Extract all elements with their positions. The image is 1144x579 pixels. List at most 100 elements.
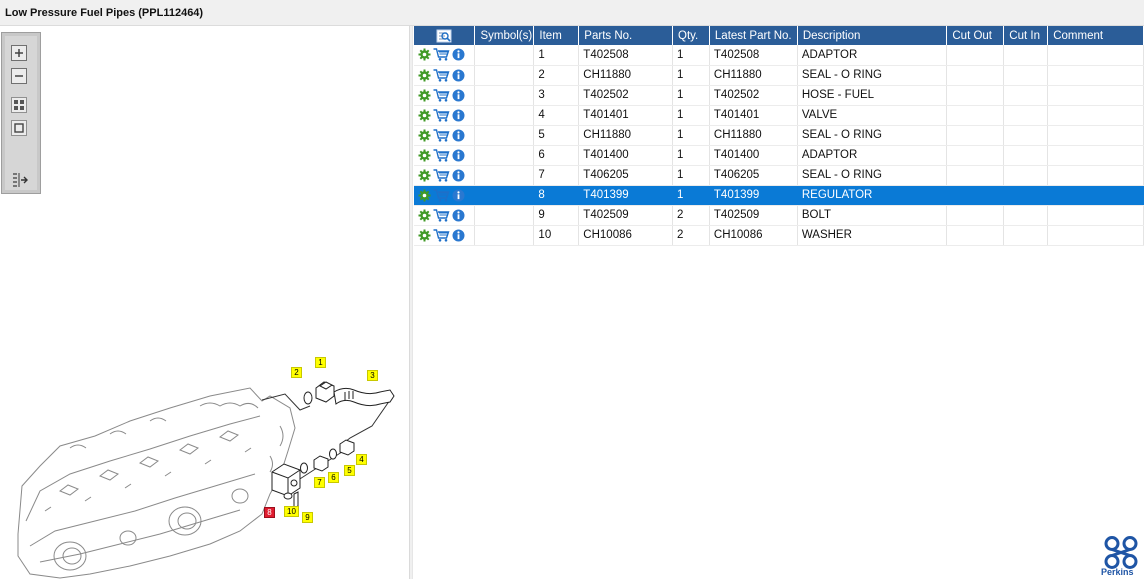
info-icon[interactable]: [452, 189, 465, 202]
parts-table: Symbol(s) Item Parts No. Qty. Latest Par…: [414, 26, 1144, 246]
table-row[interactable]: 6 T401400 1 T401400 ADAPTOR: [414, 145, 1144, 166]
cell-item: 5: [533, 125, 580, 146]
cell-parts-no: T401400: [578, 145, 673, 166]
table-row[interactable]: 2 CH11880 1 CH11880 SEAL - O RING: [414, 65, 1144, 86]
gear-icon[interactable]: [418, 149, 431, 162]
gear-icon[interactable]: [418, 89, 431, 102]
callout-2[interactable]: 2: [291, 367, 302, 378]
table-row[interactable]: 10 CH10086 2 CH10086 WASHER: [414, 225, 1144, 246]
cart-icon[interactable]: [433, 108, 450, 122]
cell-qty: 1: [672, 185, 710, 206]
info-icon[interactable]: [452, 149, 465, 162]
callout-7[interactable]: 7: [314, 477, 325, 488]
info-icon[interactable]: [452, 229, 465, 242]
cell-comment: [1047, 65, 1144, 86]
zoom-in-icon[interactable]: [11, 45, 27, 61]
gear-icon[interactable]: [418, 69, 431, 82]
row-actions: [414, 65, 476, 86]
table-row[interactable]: 5 CH11880 1 CH11880 SEAL - O RING: [414, 125, 1144, 146]
info-icon[interactable]: [452, 89, 465, 102]
cart-icon[interactable]: [433, 208, 450, 222]
column-header-latest-part-no[interactable]: Latest Part No.: [709, 26, 798, 45]
cell-symbols: [474, 145, 535, 166]
callout-6[interactable]: 6: [328, 472, 339, 483]
info-icon[interactable]: [452, 69, 465, 82]
cell-item: 10: [533, 225, 580, 246]
cell-cut-out: [946, 65, 1005, 86]
cart-icon[interactable]: [433, 48, 450, 61]
gear-icon[interactable]: [418, 189, 431, 202]
callout-3[interactable]: 3: [367, 370, 378, 381]
cart-icon[interactable]: [433, 128, 450, 142]
cell-cut-out: [946, 185, 1005, 206]
gear-icon[interactable]: [418, 229, 431, 242]
cart-icon[interactable]: [433, 188, 450, 202]
search-list-icon[interactable]: [436, 29, 452, 43]
gear-icon[interactable]: [418, 209, 431, 222]
table-row[interactable]: 7 T406205 1 T406205 SEAL - O RING: [414, 165, 1144, 186]
callout-1[interactable]: 1: [315, 357, 326, 368]
cart-icon[interactable]: [433, 168, 450, 182]
gear-icon[interactable]: [418, 48, 431, 61]
column-header-qty[interactable]: Qty.: [672, 26, 710, 45]
cell-comment: [1047, 205, 1144, 226]
table-row[interactable]: 4 T401401 1 T401401 VALVE: [414, 105, 1144, 126]
cell-symbols: [474, 205, 535, 226]
info-icon[interactable]: [452, 48, 465, 61]
column-header-cut-out[interactable]: Cut Out: [946, 26, 1005, 45]
illustration-pane[interactable]: 1 2 3 4 5 6 7 8 9 10: [0, 26, 409, 579]
cell-item: 1: [533, 45, 580, 66]
cart-icon[interactable]: [433, 68, 450, 82]
cell-cut-in: [1003, 205, 1049, 226]
cell-latest-part-no: T402509: [709, 205, 798, 226]
callout-9[interactable]: 9: [302, 512, 313, 523]
toggle-panel-icon[interactable]: [11, 172, 28, 188]
actual-size-icon[interactable]: [11, 120, 27, 136]
column-header-cut-in[interactable]: Cut In: [1003, 26, 1049, 45]
cell-latest-part-no: T402502: [709, 85, 798, 106]
info-icon[interactable]: [452, 209, 465, 222]
column-header-comment[interactable]: Comment: [1047, 26, 1144, 45]
callout-10[interactable]: 10: [284, 506, 299, 517]
row-actions: [414, 205, 476, 226]
info-icon[interactable]: [452, 129, 465, 142]
cell-parts-no: T401401: [578, 105, 673, 126]
column-header-symbols[interactable]: Symbol(s): [474, 26, 535, 45]
gear-icon[interactable]: [418, 109, 431, 122]
table-row[interactable]: 8 T401399 1 T401399 REGULATOR: [414, 185, 1144, 206]
cell-description: SEAL - O RING: [797, 125, 948, 146]
cell-description: SEAL - O RING: [797, 65, 948, 86]
gear-icon[interactable]: [418, 129, 431, 142]
column-header-tools[interactable]: [414, 26, 476, 45]
cell-cut-in: [1003, 145, 1049, 166]
table-row[interactable]: 3 T402502 1 T402502 HOSE - FUEL: [414, 85, 1144, 106]
info-icon[interactable]: [452, 109, 465, 122]
cell-qty: 1: [672, 165, 710, 186]
callout-4[interactable]: 4: [356, 454, 367, 465]
table-row[interactable]: 9 T402509 2 T402509 BOLT: [414, 205, 1144, 226]
cell-parts-no: T401399: [578, 185, 673, 206]
column-header-parts-no[interactable]: Parts No.: [578, 26, 673, 45]
gear-icon[interactable]: [418, 169, 431, 182]
cell-qty: 1: [672, 85, 710, 106]
column-header-item[interactable]: Item: [533, 26, 580, 45]
cell-comment: [1047, 165, 1144, 186]
cell-description: ADAPTOR: [797, 45, 948, 66]
column-header-description[interactable]: Description: [797, 26, 948, 45]
cart-icon[interactable]: [433, 228, 450, 242]
callout-8[interactable]: 8: [264, 507, 275, 518]
cart-icon[interactable]: [433, 148, 450, 162]
cart-icon[interactable]: [433, 88, 450, 102]
cell-latest-part-no: CH11880: [709, 65, 798, 86]
zoom-out-icon[interactable]: [11, 68, 27, 84]
cell-cut-in: [1003, 45, 1049, 66]
table-row[interactable]: 1 T402508 1 T402508 ADAPTOR: [414, 45, 1144, 66]
info-icon[interactable]: [452, 169, 465, 182]
cell-comment: [1047, 45, 1144, 66]
cell-qty: 1: [672, 45, 710, 66]
fit-all-icon[interactable]: [11, 97, 27, 113]
row-actions: [414, 165, 476, 186]
callout-5[interactable]: 5: [344, 465, 355, 476]
row-actions: [414, 225, 476, 246]
cell-cut-in: [1003, 65, 1049, 86]
